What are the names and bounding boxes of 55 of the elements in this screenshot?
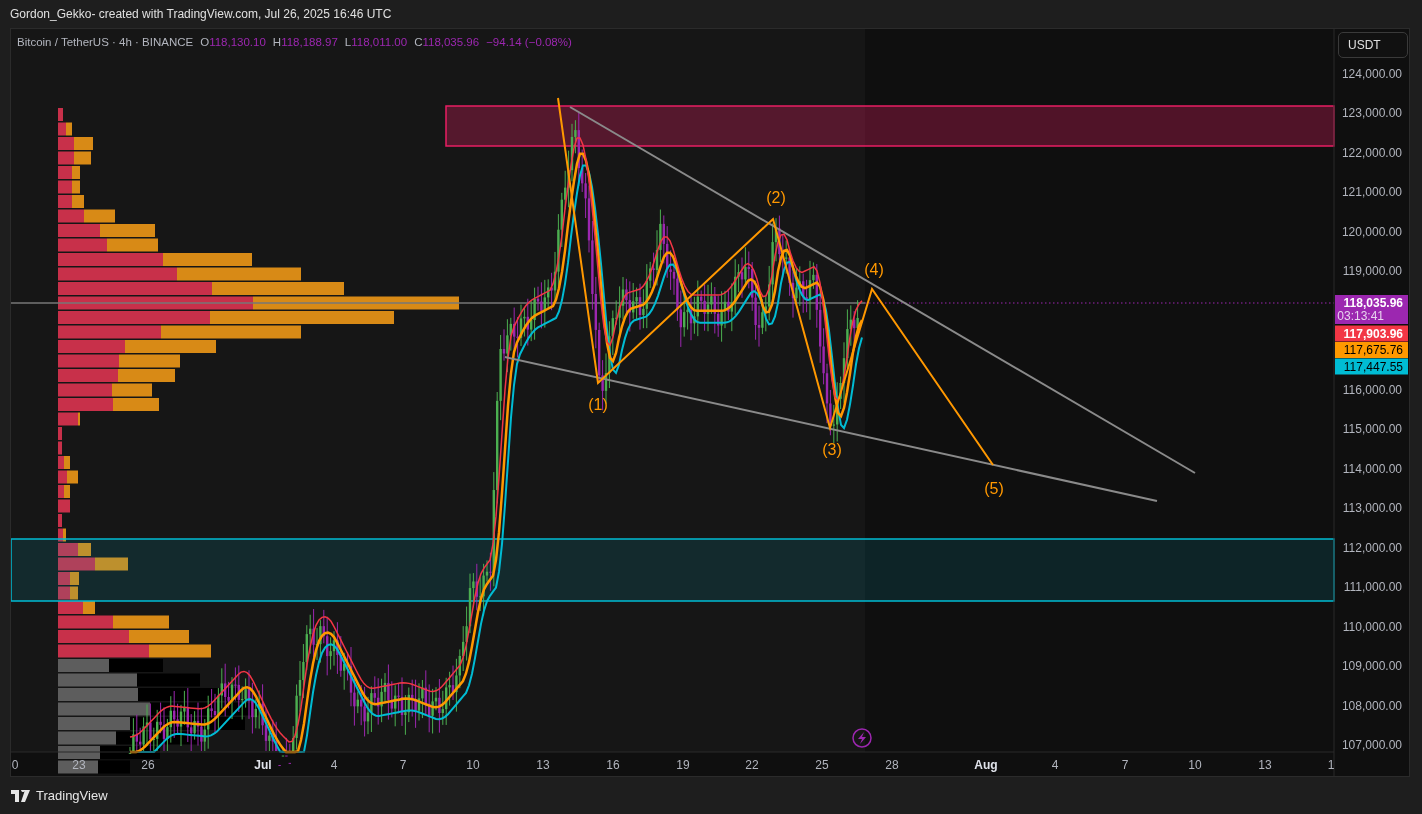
time-axis-label: 0 [11, 758, 19, 772]
time-axis-label: 10 [466, 758, 480, 772]
price-tag-value: 117,447.55 [1343, 359, 1403, 374]
price-axis-label: 113,000.00 [1342, 501, 1402, 516]
price-axis-label: 115,000.00 [1342, 422, 1402, 437]
price-axis-label: 121,000.00 [1341, 185, 1402, 200]
price-tag-value: 118,035.96 [1343, 296, 1403, 310]
time-axis-label: 13 [1258, 758, 1272, 772]
price-axis-label: 119,000.00 [1342, 264, 1402, 279]
time-axis-label: 10 [1188, 758, 1202, 772]
time-axis-label: 25 [815, 758, 829, 772]
price-axis-label: 114,000.00 [1342, 461, 1402, 476]
currency-button[interactable]: USDT [1338, 32, 1408, 58]
price-change: −94.14 (−0.08%) [486, 36, 572, 48]
price-axis-label: 120,000.00 [1341, 224, 1402, 239]
symbol-name: Bitcoin / TetherUS · 4h · BINANCE [17, 36, 194, 48]
ohlc-value: C118,035.96 [414, 36, 480, 48]
price-axis-label: 122,000.00 [1341, 145, 1402, 160]
brand-name: TradingView [36, 788, 108, 803]
time-axis-label: 1 [1327, 758, 1335, 772]
wave-label: (3) [822, 441, 842, 458]
wave-label: (5) [984, 480, 1004, 497]
time-axis-label: 13 [536, 758, 550, 772]
time-axis-label: 16 [606, 758, 620, 772]
ohlc-value: O118,130.10 [200, 36, 266, 48]
price-axis-label: 107,000.00 [1341, 738, 1402, 752]
time-axis-label: 28 [885, 758, 899, 772]
price-axis-label: 124,000.00 [1341, 67, 1402, 81]
ohlc-value: L118,011.00 [344, 36, 408, 48]
wave-label: (2) [766, 189, 786, 206]
lightning-icon[interactable] [852, 728, 872, 748]
bar-countdown: 03:13:41 [1337, 309, 1384, 323]
time-axis-label: 7 [1121, 758, 1129, 772]
time-axis-label: 22 [745, 758, 759, 772]
chart-caption: Gordon_Gekko- created with TradingView.com, Jul 26, 2025 16:46 UTC [10, 7, 392, 21]
logo-icon [11, 789, 31, 802]
time-axis-label: 4 [1051, 758, 1059, 772]
price-axis-label: 109,000.00 [1341, 659, 1402, 674]
time-axis-label: 23 [72, 758, 86, 772]
price-axis-label: 112,000.00 [1342, 540, 1402, 555]
time-axis-label: 19 [676, 758, 690, 772]
time-axis-label: Aug [974, 758, 998, 772]
price-axis-label: 111,000.00 [1343, 580, 1402, 595]
time-axis-label: 4 [330, 758, 338, 772]
price-axis-label: 116,000.00 [1342, 382, 1402, 397]
price-axis-label: 110,000.00 [1342, 619, 1402, 634]
time-axis-label: 7 [399, 758, 407, 772]
price-axis-label: 108,000.00 [1341, 698, 1402, 713]
price-axis-label: 123,000.00 [1341, 106, 1402, 121]
price-tag-value: 117,675.76 [1343, 343, 1403, 357]
wave-label: (4) [864, 261, 884, 278]
ohlc-value: H118,188.97 [272, 36, 338, 48]
time-axis-label: 26 [141, 758, 155, 772]
price-tag-value: 117,903.96 [1343, 326, 1403, 341]
time-axis-label: Jul [254, 758, 272, 772]
